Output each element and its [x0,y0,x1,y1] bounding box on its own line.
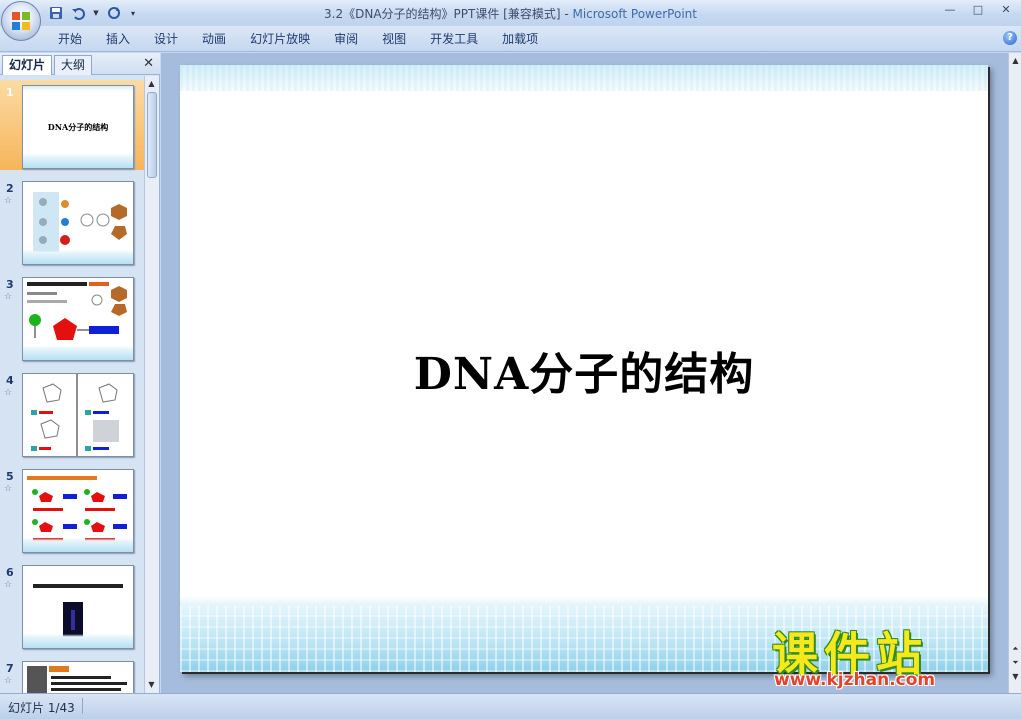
slide-thumbnail[interactable] [22,661,134,693]
slide-number: 5 [6,470,14,483]
tab-slides[interactable]: 幻灯片 [2,55,53,75]
tab-home[interactable]: 开始 [46,31,94,49]
thumb-decoration [23,154,133,168]
slide-thumbnail[interactable] [22,469,134,553]
panel-tabs: 幻灯片 大纲 ✕ [0,53,160,75]
tab-design[interactable]: 设计 [142,31,190,49]
close-button[interactable]: ✕ [999,3,1013,17]
watermark-logo: 课件站 www.kjzhan.com [772,618,1002,698]
thumbnail-list: 1 DNA分子的结构 2 ☆ 3 ☆ 4 ☆ 5 ☆ 6 ☆ 7 ☆ [0,76,144,693]
scrollbar-thumb[interactable] [147,92,157,178]
scroll-down-icon[interactable]: ▼ [146,679,157,690]
ribbon-tab-bar: 开始 插入 设计 动画 幻灯片放映 审阅 视图 开发工具 加载项 ? [0,26,1021,52]
thumbnail-row[interactable]: 7 ☆ [0,656,144,693]
thumbnail-row[interactable]: 3 ☆ [0,272,144,362]
next-slide-icon[interactable]: ⏷ [1010,657,1021,668]
tab-animations[interactable]: 动画 [190,31,238,49]
slide-canvas[interactable]: DNA分子的结构 [180,65,988,672]
window-title: 3.2《DNA分子的结构》PPT课件 [兼容模式] - Microsoft Po… [0,5,1021,22]
thumbnail-row[interactable]: 2 ☆ [0,176,144,266]
close-panel-icon[interactable]: ✕ [143,56,154,71]
slide-number: 3 [6,278,14,291]
animation-marker-icon: ☆ [4,292,13,302]
document-title: 3.2《DNA分子的结构》PPT课件 [兼容模式] - [324,7,573,21]
slide-counter: 幻灯片 1/43 [8,701,75,715]
slides-panel: 幻灯片 大纲 ✕ 1 DNA分子的结构 2 ☆ 3 ☆ 4 ☆ 5 ☆ 6 ☆ … [0,53,160,693]
maximize-button[interactable]: □ [971,3,985,17]
help-icon[interactable]: ? [1003,31,1017,45]
slide-top-decoration [180,65,988,91]
tab-review[interactable]: 审阅 [322,31,370,49]
thumb-decoration [23,634,133,648]
slide-number: 6 [6,566,14,579]
animation-marker-icon: ☆ [4,676,13,686]
thumbnail-scrollbar[interactable]: ▲ ▼ [144,76,159,693]
thumbnail-row[interactable]: 1 DNA分子的结构 [0,80,144,170]
slide-number: 2 [6,182,14,195]
tab-slideshow[interactable]: 幻灯片放映 [238,31,322,49]
slide-number: 4 [6,374,14,387]
previous-slide-icon[interactable]: ⏶ [1010,643,1021,654]
tab-developer[interactable]: 开发工具 [418,31,490,49]
thumbnail-row[interactable]: 5 ☆ [0,464,144,554]
thumb-decoration [23,86,133,91]
scroll-up-icon[interactable]: ▲ [1010,55,1021,66]
thumb-decoration [23,538,133,552]
slide-thumbnail[interactable] [22,181,134,265]
slide-scrollbar[interactable]: ▲ ⏶ ⏷ ▼ [1008,53,1021,693]
slide-editing-area: DNA分子的结构 ▲ ⏶ ⏷ ▼ [161,53,1021,693]
thumbnail-graphic [27,666,127,693]
slide-title[interactable]: DNA分子的结构 [180,338,988,402]
ribbon-tabs: 开始 插入 设计 动画 幻灯片放映 审阅 视图 开发工具 加载项 [46,31,550,49]
tab-view[interactable]: 视图 [370,31,418,49]
window-controls: — □ ✕ [943,3,1013,17]
minimize-button[interactable]: — [943,3,957,17]
thumbnail-graphic [31,374,119,456]
thumbnail-caption: DNA分子的结构 [47,122,109,132]
animation-marker-icon: ☆ [4,388,13,398]
animation-marker-icon: ☆ [4,580,13,590]
thumb-decoration [23,346,133,360]
thumbnail-row[interactable]: 4 ☆ [0,368,144,458]
tab-insert[interactable]: 插入 [94,31,142,49]
scroll-down-icon[interactable]: ▼ [1010,671,1021,682]
slide-thumbnail[interactable] [22,373,134,457]
tab-outline[interactable]: 大纲 [54,55,93,75]
office-logo-icon [12,12,30,30]
slide-number: 7 [6,662,14,675]
thumbnail-row[interactable]: 6 ☆ [0,560,144,650]
animation-marker-icon: ☆ [4,484,13,494]
scroll-up-icon[interactable]: ▲ [146,78,157,89]
watermark-url: www.kjzhan.com [774,670,936,690]
app-name: Microsoft PowerPoint [572,7,697,21]
animation-marker-icon: ☆ [4,196,13,206]
tab-addins[interactable]: 加载项 [490,31,550,49]
status-divider [82,698,83,714]
office-button[interactable] [1,1,41,41]
slide-number: 1 [6,86,14,99]
slide-thumbnail[interactable] [22,565,134,649]
thumb-decoration [23,250,133,264]
status-bar: 幻灯片 1/43 [0,693,1021,719]
title-bar: ▼ ▾ 3.2《DNA分子的结构》PPT课件 [兼容模式] - Microsof… [0,0,1021,41]
slide-thumbnail[interactable] [22,277,134,361]
slide-thumbnail[interactable]: DNA分子的结构 [22,85,134,169]
